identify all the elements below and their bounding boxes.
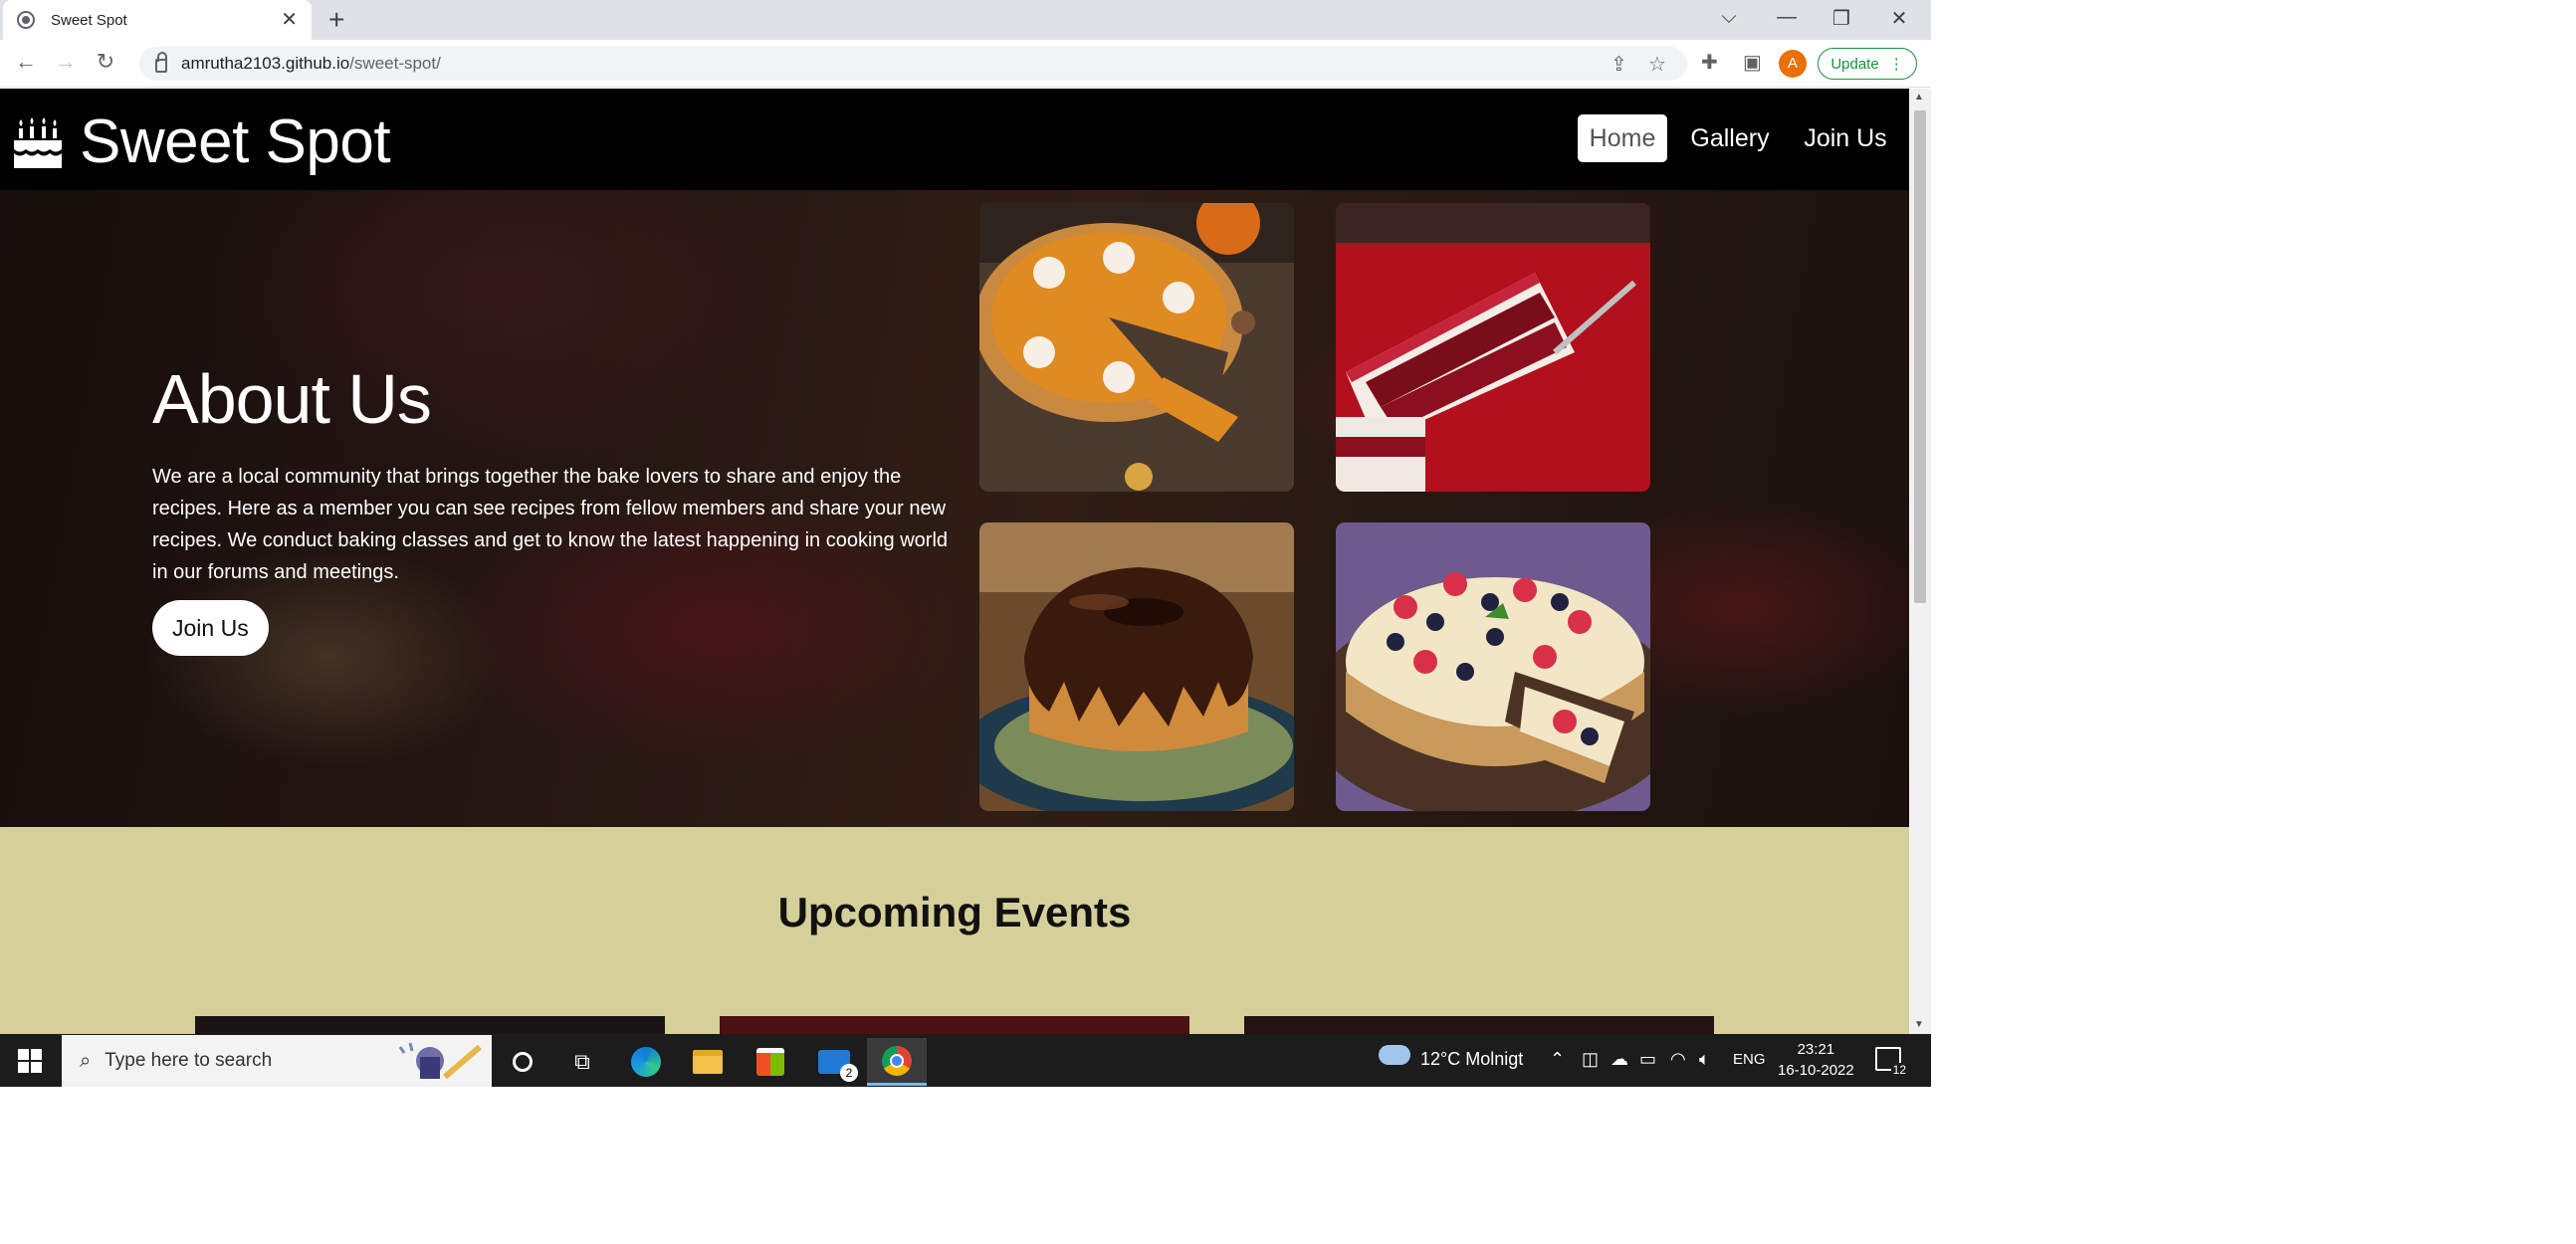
upcoming-events-section: Upcoming Events — [0, 827, 1909, 1034]
close-tab-icon[interactable]: ✕ — [281, 10, 298, 30]
clock-time: 23:21 — [1797, 1041, 1835, 1058]
upcoming-events-heading: Upcoming Events — [777, 889, 1132, 935]
side-panel-icon[interactable]: ▣ — [1743, 50, 1762, 75]
about-line: We are a local community that brings tog… — [152, 466, 902, 488]
mail-badge: 2 — [840, 1064, 858, 1082]
event-card[interactable] — [195, 1016, 665, 1034]
profile-avatar[interactable]: A — [1779, 50, 1807, 78]
scroll-down-arrow[interactable]: ▼ — [1914, 1019, 1924, 1030]
scrollbar-thumb[interactable] — [1914, 110, 1926, 603]
clock-date: 16-10-2022 — [1778, 1062, 1854, 1079]
weather-cloud-icon[interactable] — [1379, 1045, 1410, 1065]
hero-section: About Us We are a local community that b… — [0, 190, 1909, 827]
update-button[interactable]: Update ⋮ — [1818, 48, 1917, 80]
share-icon[interactable]: ⇪ — [1610, 52, 1627, 77]
reload-button[interactable]: ↻ — [92, 49, 119, 75]
restore-button[interactable]: ❐ — [1826, 6, 1856, 31]
system-clock[interactable]: 23:21 16-10-2022 — [1778, 1039, 1854, 1081]
lock-icon — [155, 52, 167, 73]
battery-icon[interactable]: ▭ — [1639, 1049, 1656, 1070]
volume-icon[interactable]: 🔈︎ — [1699, 1049, 1710, 1070]
taskbar-search-box[interactable]: ⌕ Type here to search — [62, 1035, 492, 1087]
globe-icon — [17, 11, 35, 29]
about-us-block: About Us We are a local community that b… — [152, 359, 968, 656]
extensions-icon[interactable]: ✚ — [1701, 50, 1718, 75]
nav-join-us[interactable]: Join Us — [1798, 114, 1893, 162]
web-page: Sweet Spot Home Gallery Join Us About Us… — [0, 89, 1909, 1034]
berry-cheesecake-photo — [1336, 522, 1650, 811]
about-line: recipes. Here as a member you can see re… — [152, 498, 947, 519]
red-velvet-cake-photo — [1336, 203, 1650, 492]
tab-title: Sweet Spot — [51, 11, 127, 29]
update-label: Update — [1830, 55, 1879, 73]
wifi-icon[interactable]: ◠ — [1670, 1049, 1686, 1070]
search-icon: ⌕ — [80, 1049, 92, 1072]
edge-browser-icon[interactable] — [616, 1038, 676, 1086]
show-hidden-icons[interactable]: ⌃ — [1550, 1049, 1565, 1070]
notification-center-icon[interactable]: 12 — [1875, 1047, 1908, 1077]
cortana-icon[interactable] — [493, 1038, 552, 1086]
close-window-button[interactable]: ✕ — [1884, 6, 1914, 31]
about-line: in our forums and meetings. — [152, 561, 399, 583]
meet-now-icon[interactable]: ◫ — [1582, 1049, 1599, 1070]
browser-tab-bar: Sweet Spot ✕ + ⌵ — ❐ ✕ — [0, 0, 1931, 40]
language-indicator[interactable]: ENG — [1733, 1051, 1766, 1068]
about-us-text: We are a local community that brings tog… — [152, 461, 968, 588]
site-navbar: Sweet Spot Home Gallery Join Us — [0, 89, 1909, 190]
file-explorer-icon[interactable] — [678, 1038, 738, 1086]
page-scrollbar[interactable]: ▲ ▼ — [1909, 89, 1931, 1034]
about-us-heading: About Us — [152, 360, 432, 438]
windows-taskbar: ⌕ Type here to search ⧉ 2 12°C Molnigt ⌃… — [0, 1034, 1931, 1087]
event-card[interactable] — [720, 1016, 1189, 1034]
weather-text[interactable]: 12°C Molnigt — [1420, 1049, 1523, 1070]
nav-gallery[interactable]: Gallery — [1682, 114, 1778, 162]
forward-button[interactable]: → — [52, 49, 80, 75]
event-card[interactable] — [1244, 1016, 1714, 1034]
search-placeholder: Type here to search — [105, 1050, 273, 1071]
url-host: amrutha2103.github.io — [181, 54, 350, 73]
minimize-button[interactable]: — — [1772, 6, 1802, 29]
windows-start-icon[interactable] — [18, 1049, 42, 1073]
pumpkin-pie-photo — [979, 203, 1294, 492]
about-line: recipes. We conduct baking classes and g… — [152, 529, 949, 551]
birthday-cake-icon — [14, 116, 62, 168]
screen: Sweet Spot ✕ + ⌵ — ❐ ✕ ← → ↻ amrutha2103… — [0, 0, 1931, 1087]
new-tab-button[interactable]: + — [328, 5, 344, 35]
bookmark-star-icon[interactable]: ☆ — [1648, 52, 1666, 77]
scroll-up-arrow[interactable]: ▲ — [1914, 92, 1924, 103]
microsoft-store-icon[interactable] — [741, 1038, 800, 1086]
browser-tab[interactable]: Sweet Spot ✕ — [3, 0, 312, 40]
mail-icon[interactable]: 2 — [804, 1038, 864, 1086]
logo-text: Sweet Spot — [80, 107, 391, 176]
onedrive-icon[interactable]: ☁ — [1610, 1049, 1628, 1070]
chrome-icon[interactable] — [867, 1038, 927, 1086]
browser-toolbar: ← → ↻ amrutha2103.github.io/sweet-spot/ … — [0, 40, 1931, 88]
notification-count: 12 — [1890, 1063, 1908, 1077]
join-us-button[interactable]: Join Us — [152, 600, 269, 656]
address-bar[interactable]: amrutha2103.github.io/sweet-spot/ ⇪ ☆ — [139, 47, 1687, 81]
back-button[interactable]: ← — [12, 49, 40, 75]
site-logo[interactable]: Sweet Spot — [12, 106, 391, 177]
tab-search-icon[interactable]: ⌵ — [1714, 6, 1744, 29]
chocolate-bundt-cake-photo — [979, 522, 1294, 811]
more-menu-icon[interactable]: ⋮ — [1889, 55, 1904, 73]
task-view-icon[interactable]: ⧉ — [552, 1038, 612, 1086]
nav-home[interactable]: Home — [1578, 114, 1667, 162]
url-path: /sweet-spot/ — [349, 54, 441, 73]
search-highlight-illustration — [398, 1042, 482, 1080]
